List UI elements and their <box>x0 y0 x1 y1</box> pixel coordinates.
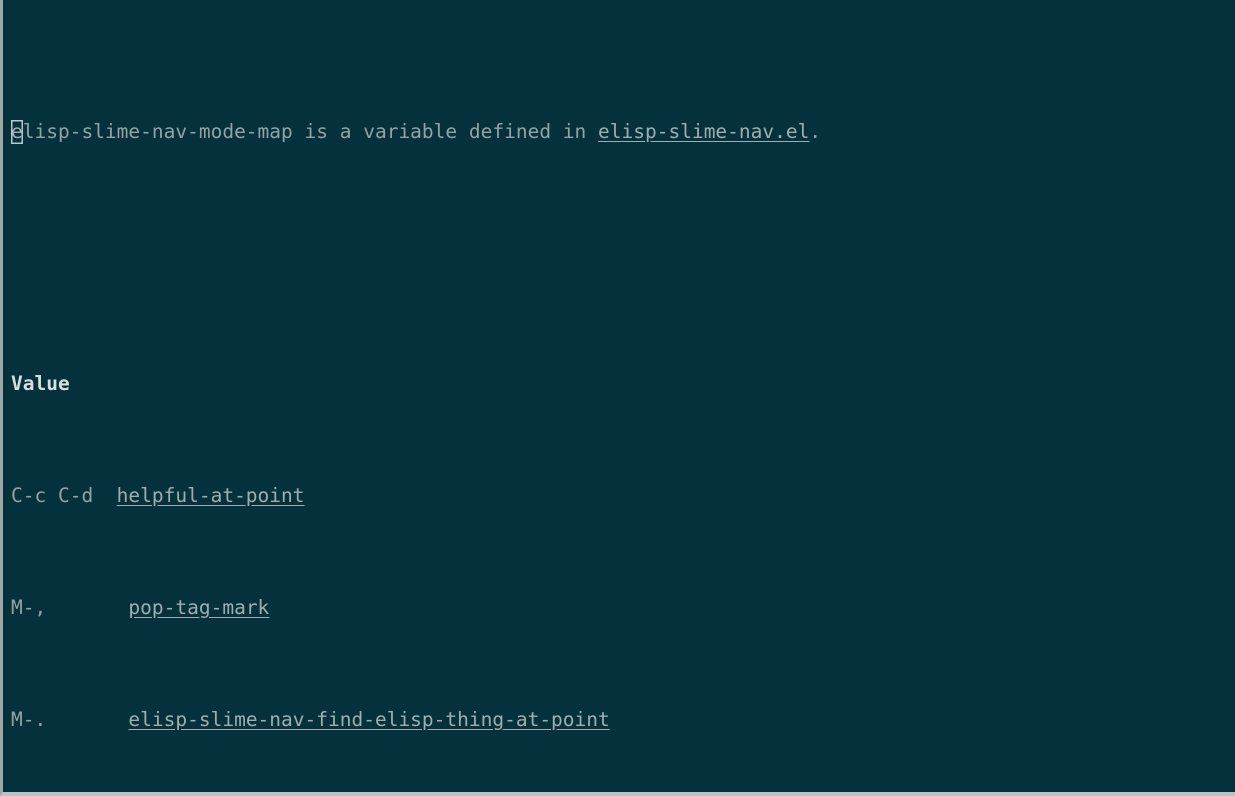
intro-text: is a variable defined in <box>292 120 599 143</box>
intro-line: elisp-slime-nav-mode-map is a variable d… <box>11 118 1235 146</box>
value-heading: Value <box>11 372 70 395</box>
keybinding-command-link[interactable]: pop-tag-mark <box>128 596 269 619</box>
keybinding-key: C-c C-d <box>11 484 94 507</box>
symbol-name: lisp-slime-nav-mode-map <box>22 120 293 143</box>
keybinding-key: M-. <box>11 708 47 731</box>
keybinding-command-link[interactable]: helpful-at-point <box>117 484 305 507</box>
intro-file-link[interactable]: elisp-slime-nav.el <box>598 120 809 143</box>
keybinding-key: M-, <box>11 596 47 619</box>
emacs-frame: elisp-slime-nav-mode-map is a variable d… <box>0 0 1235 796</box>
keybinding-row: M-, pop-tag-mark <box>11 594 1235 622</box>
intro-period: . <box>809 120 822 143</box>
helpful-buffer[interactable]: elisp-slime-nav-mode-map is a variable d… <box>3 0 1235 792</box>
keybinding-command-link[interactable]: elisp-slime-nav-find-elisp-thing-at-poin… <box>128 708 609 731</box>
keybinding-row: C-c C-d helpful-at-point <box>11 482 1235 510</box>
point-cursor: e <box>11 120 23 143</box>
keybinding-row: M-. elisp-slime-nav-find-elisp-thing-at-… <box>11 706 1235 734</box>
